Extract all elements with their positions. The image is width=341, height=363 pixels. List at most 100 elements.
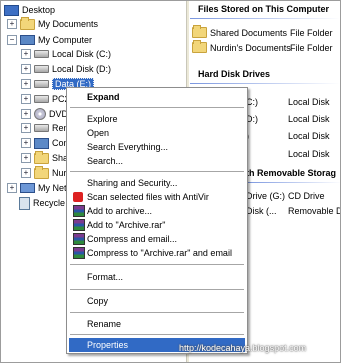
drive-icon [34, 50, 49, 58]
menu-item-label: Add to archive... [87, 206, 153, 216]
antivir-icon [73, 192, 83, 202]
tree-item-my-network[interactable]: + My Netw [7, 181, 73, 195]
item-name: Nurdin's Documents [210, 42, 291, 53]
item-name: Shared Documents [210, 27, 288, 38]
menu-item-add-rar[interactable]: Add to "Archive.rar" [69, 218, 245, 232]
menu-item-label: Properties [87, 340, 129, 350]
tree-item-dvd[interactable]: + DVD- [21, 107, 71, 121]
drive-icon [34, 65, 49, 73]
menu-item-label: Scan selected files with AntiVir [87, 192, 209, 202]
menu-item-label: Open [87, 128, 110, 138]
folder-icon [34, 150, 49, 164]
item-type: Local Disk [288, 96, 330, 107]
menu-item-label: Compress to "Archive.rar" and email [87, 248, 232, 258]
group-divider [246, 182, 340, 183]
expand-icon[interactable]: + [21, 153, 31, 163]
list-item[interactable]: Nurdin's Documents File Folder [192, 40, 333, 54]
desktop-icon [4, 4, 19, 16]
menu-separator [70, 107, 244, 108]
expand-icon[interactable]: + [7, 183, 17, 193]
winrar-icon [73, 205, 85, 217]
group-divider [190, 83, 340, 84]
list-item[interactable]: Shared Documents File Folder [192, 25, 333, 39]
menu-item-sharing[interactable]: Sharing and Security... [69, 176, 245, 190]
menu-separator [70, 334, 244, 335]
menu-item-copy[interactable]: Copy [69, 294, 245, 308]
removable-drive-icon [34, 124, 49, 132]
menu-item-format[interactable]: Format... [69, 270, 245, 284]
tree-item-desktop[interactable]: Desktop [4, 3, 55, 17]
collapse-icon[interactable]: − [7, 35, 17, 45]
item-name: Drive (G:) [246, 190, 285, 201]
menu-item-compress-email[interactable]: Compress and email... [69, 232, 245, 246]
computer-icon [20, 35, 35, 45]
context-menu: Expand Explore Open Search Everything...… [66, 87, 248, 354]
recycle-bin-icon [19, 196, 30, 210]
menu-item-label: Copy [87, 296, 109, 306]
menu-item-rename[interactable]: Rename [69, 317, 245, 331]
network-drive-icon [34, 95, 49, 103]
tree-item-label: Local Disk (C:) [52, 49, 112, 59]
list-item[interactable]: Drive (G:) CD Drive [246, 189, 325, 202]
menu-separator [70, 171, 244, 172]
folder-icon [192, 40, 207, 53]
group-divider [190, 18, 340, 19]
item-type: Local Disk [288, 113, 330, 124]
menu-item-explore[interactable]: Explore [69, 112, 245, 126]
tree-item-local-disk-d[interactable]: + Local Disk (D:) [21, 62, 111, 76]
tree-item-label: My Computer [38, 35, 93, 45]
menu-item-label: Sharing and Security... [87, 178, 178, 188]
menu-item-search[interactable]: Search... [69, 154, 245, 168]
menu-item-expand[interactable]: Expand [69, 90, 245, 104]
group-heading: th Removable Storag [246, 168, 337, 178]
menu-separator [70, 264, 244, 265]
winrar-icon [73, 247, 85, 259]
expand-icon[interactable]: + [21, 94, 31, 104]
menu-item-open[interactable]: Open [69, 126, 245, 140]
tree-item-label: Local Disk (D:) [52, 64, 112, 74]
menu-item-label: Search... [87, 156, 124, 166]
item-type: File Folder [290, 27, 333, 38]
menu-item-label: Add to "Archive.rar" [87, 220, 166, 230]
menu-item-label: Compress and email... [87, 234, 178, 244]
winrar-icon [73, 233, 85, 245]
group-heading: Hard Disk Drives [198, 69, 271, 79]
expand-icon[interactable]: + [21, 64, 31, 74]
folder-icon [34, 165, 49, 179]
expand-icon[interactable]: + [21, 168, 31, 178]
menu-item-search-everything[interactable]: Search Everything... [69, 140, 245, 154]
menu-item-label: Expand [87, 92, 120, 102]
menu-separator [70, 289, 244, 290]
item-type: CD Drive [288, 190, 325, 201]
watermark: http://kodecahaya.blogspot.com [179, 343, 307, 353]
disc-icon [34, 108, 46, 120]
item-type: Local Disk [288, 148, 330, 159]
tree-item-my-computer[interactable]: − My Computer [7, 33, 92, 47]
explorer-window: Desktop + My Documents − My Computer + L… [0, 0, 341, 363]
expand-icon[interactable]: + [21, 123, 31, 133]
menu-item-compress-rar-email[interactable]: Compress to "Archive.rar" and email [69, 246, 245, 260]
item-type: Local Disk [288, 130, 330, 141]
item-type: File Folder [290, 42, 333, 53]
expand-icon[interactable]: + [21, 109, 31, 119]
item-type: Removable D [288, 205, 341, 216]
menu-item-label: Explore [87, 114, 118, 124]
expand-icon[interactable]: + [21, 138, 31, 148]
item-name: Disk (... [246, 205, 277, 216]
menu-item-scan-antivir[interactable]: Scan selected files with AntiVir [69, 190, 245, 204]
expand-icon[interactable]: + [7, 19, 17, 29]
control-panel-icon [34, 137, 49, 149]
tree-item-label: Desktop [22, 5, 56, 15]
menu-item-label: Search Everything... [87, 142, 169, 152]
menu-item-add-archive[interactable]: Add to archive... [69, 204, 245, 218]
list-item[interactable]: Disk (... Removable D [246, 204, 340, 217]
group-heading: Files Stored on This Computer [198, 4, 330, 14]
tree-item-local-disk-c[interactable]: + Local Disk (C:) [21, 47, 111, 61]
tree-item-my-documents[interactable]: + My Documents [7, 16, 99, 31]
folder-icon [20, 16, 35, 30]
tree-item-label: My Documents [38, 19, 99, 29]
network-icon [20, 183, 35, 193]
folder-icon [192, 25, 207, 38]
expand-icon[interactable]: + [21, 79, 31, 89]
expand-icon[interactable]: + [21, 49, 31, 59]
